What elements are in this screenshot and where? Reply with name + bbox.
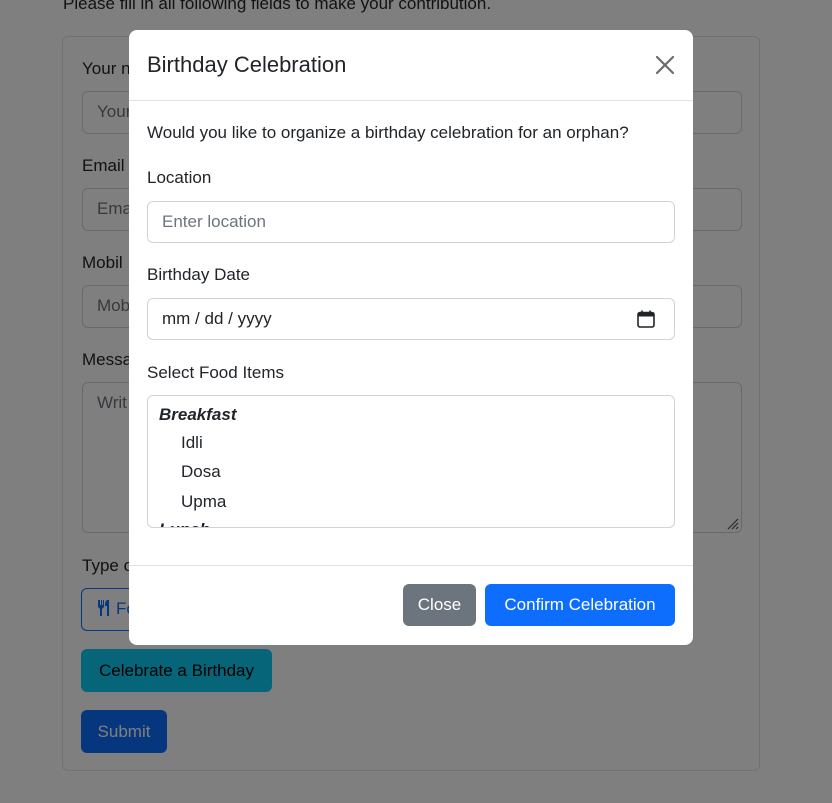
modal-title: Birthday Celebration (147, 52, 347, 77)
birthday-date-input[interactable]: mm / dd / yyyy (147, 298, 675, 340)
birthday-date-label: Birthday Date (147, 265, 250, 284)
food-items-label: Select Food Items (147, 363, 285, 382)
option-idli[interactable]: Idli (181, 433, 203, 453)
optgroup-lunch: Lunch (159, 520, 210, 527)
close-icon[interactable] (651, 51, 679, 79)
close-button[interactable]: Close (403, 584, 476, 626)
modal-question: Would you like to organize a birthday ce… (147, 123, 629, 142)
location-label: Location (147, 168, 212, 187)
option-dosa[interactable]: Dosa (181, 462, 221, 482)
birthday-date-value: mm / dd / yyyy (162, 309, 272, 328)
calendar-icon[interactable] (636, 309, 656, 329)
location-input[interactable]: Enter location (147, 201, 675, 243)
modal-footer: Close Confirm Celebration (129, 565, 693, 645)
optgroup-breakfast: Breakfast (159, 405, 237, 424)
modal-header: Birthday Celebration (129, 30, 693, 101)
option-upma[interactable]: Upma (181, 492, 226, 512)
confirm-celebration-button[interactable]: Confirm Celebration (485, 584, 675, 626)
food-items-select[interactable]: Breakfast Idli Dosa Upma Lunch (147, 395, 675, 528)
birthday-celebration-modal: Birthday Celebration Would you like to o… (129, 30, 693, 645)
